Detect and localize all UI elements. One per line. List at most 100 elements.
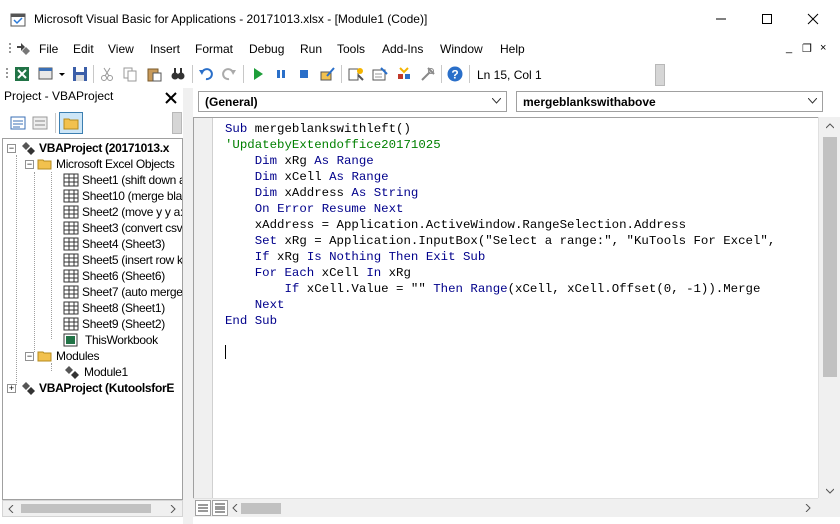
tree-node-sheet[interactable]: Sheet8 (Sheet1) [63, 300, 165, 316]
tree-node-sheet[interactable]: Sheet4 (Sheet3) [63, 236, 165, 252]
scroll-left-icon[interactable] [231, 504, 239, 512]
menu-format[interactable]: Format [195, 42, 233, 56]
code-line[interactable]: Next [225, 297, 775, 313]
code-line[interactable]: If xCell.Value = "" Then Range(xCell, xC… [225, 281, 775, 297]
toolbar-options-button[interactable] [655, 64, 665, 86]
object-browser-icon[interactable] [396, 66, 412, 82]
help-icon[interactable]: ? [447, 66, 463, 82]
code-editor[interactable]: Sub mergeblankswithleft() 'UpdatebyExtend… [193, 117, 818, 498]
scroll-thumb[interactable] [241, 503, 281, 514]
mdi-close-button[interactable]: × [820, 42, 826, 54]
menu-insert[interactable]: Insert [150, 42, 180, 56]
scroll-right-icon[interactable] [804, 504, 812, 512]
code-line[interactable]: Dim xCell As Range [225, 169, 775, 185]
insert-userform-icon[interactable] [38, 66, 54, 82]
menu-add-ins[interactable]: Add-Ins [382, 42, 423, 56]
find-icon[interactable] [170, 66, 186, 82]
mdi-minimize-button[interactable]: _ [786, 42, 792, 54]
code-line[interactable]: Dim xRg As Range [225, 153, 775, 169]
menu-debug[interactable]: Debug [249, 42, 284, 56]
code-line[interactable]: Set xRg = Application.InputBox("Select a… [225, 233, 776, 249]
scroll-down-icon[interactable] [826, 487, 834, 495]
mdi-restore-button[interactable]: ❐ [802, 42, 812, 55]
cut-icon[interactable] [99, 66, 115, 82]
tree-node-excel-objects[interactable]: − Microsoft Excel Objects [25, 156, 175, 172]
reset-icon[interactable] [296, 66, 312, 82]
project-explorer-close-button[interactable] [161, 89, 181, 107]
scroll-right-icon[interactable] [169, 505, 177, 513]
copy-icon[interactable] [122, 66, 138, 82]
menu-help[interactable]: Help [500, 42, 525, 56]
code-line[interactable]: xAddress = Application.ActiveWindow.Rang… [225, 217, 775, 233]
excel-view-icon[interactable] [14, 66, 30, 82]
scroll-up-icon[interactable] [826, 122, 834, 130]
maximize-button[interactable] [744, 4, 790, 34]
code-line[interactable]: On Error Resume Next [225, 201, 775, 217]
project-explorer-icon[interactable] [348, 66, 364, 82]
tree-node-thisworkbook[interactable]: ThisWorkbook [63, 332, 158, 348]
tree-node-sheet[interactable]: Sheet9 (Sheet2) [63, 316, 165, 332]
vba-module-icon[interactable] [16, 42, 31, 56]
code-line[interactable]: For Each xCell In xRg [225, 265, 775, 281]
code-horizontal-scrollbar[interactable] [193, 498, 818, 517]
grip-icon[interactable] [5, 66, 11, 82]
paste-icon[interactable] [146, 66, 162, 82]
toggle-folders-button[interactable] [59, 112, 83, 134]
full-module-view-button[interactable] [212, 500, 228, 516]
code-line[interactable]: Dim xAddress As String [225, 185, 775, 201]
grip-icon[interactable] [8, 41, 14, 57]
collapse-toggle[interactable]: − [25, 351, 34, 361]
folder-icon [63, 118, 79, 130]
properties-window-icon[interactable] [372, 66, 388, 82]
pane-splitter[interactable] [183, 88, 193, 524]
tree-node-sheet[interactable]: Sheet2 (move y y a: [63, 204, 182, 220]
scroll-thumb[interactable] [21, 504, 151, 513]
toolbox-icon[interactable] [420, 66, 436, 82]
menu-window[interactable]: Window [440, 42, 483, 56]
minimize-button[interactable] [698, 4, 744, 34]
tree-node-module1[interactable]: Module1 [63, 364, 128, 380]
tree-node-sheet[interactable]: Sheet5 (insert row k [63, 252, 182, 268]
margin-indicator-bar[interactable] [194, 118, 213, 498]
tree-node-modules[interactable]: − Modules [25, 348, 100, 364]
menu-view[interactable]: View [108, 42, 134, 56]
view-code-icon[interactable] [10, 115, 26, 131]
scroll-left-icon[interactable] [7, 505, 15, 513]
project-horizontal-scrollbar[interactable] [2, 500, 183, 517]
menu-tools[interactable]: Tools [337, 42, 365, 56]
view-object-icon[interactable] [32, 115, 48, 131]
dropdown-arrow-icon[interactable] [58, 66, 66, 82]
toolbar-options-button[interactable] [172, 112, 182, 134]
expand-toggle[interactable]: + [7, 383, 16, 393]
procedure-combo[interactable]: mergeblankswithabove [516, 91, 823, 112]
code-line[interactable]: 'UpdatebyExtendoffice20171025 [225, 137, 775, 153]
redo-icon[interactable] [221, 66, 237, 82]
code-line[interactable]: Sub mergeblankswithleft() [225, 121, 775, 137]
menu-edit[interactable]: Edit [73, 42, 94, 56]
tree-node-sheet[interactable]: Sheet7 (auto merge [63, 284, 182, 300]
tree-node-sheet[interactable]: Sheet6 (Sheet6) [63, 268, 165, 284]
menu-run[interactable]: Run [300, 42, 322, 56]
procedure-view-button[interactable] [195, 500, 211, 516]
tree-node-vbaproject[interactable]: − VBAProject (20171013.x [7, 140, 169, 156]
collapse-toggle[interactable]: − [7, 143, 16, 153]
menu-file[interactable]: File [39, 42, 58, 56]
tree-node-sheet[interactable]: Sheet1 (shift down a [63, 172, 182, 188]
object-combo[interactable]: (General) [198, 91, 507, 112]
code-lines[interactable]: Sub mergeblankswithleft() 'UpdatebyExtend… [225, 121, 775, 329]
scrollbar-corner [818, 498, 840, 517]
code-line[interactable]: If xRg Is Nothing Then Exit Sub [225, 249, 775, 265]
tree-node-sheet[interactable]: Sheet3 (convert csv [63, 220, 182, 236]
close-button[interactable] [790, 4, 836, 34]
undo-icon[interactable] [198, 66, 214, 82]
design-mode-icon[interactable] [319, 66, 335, 82]
run-icon[interactable] [250, 66, 266, 82]
scroll-thumb[interactable] [823, 137, 837, 377]
save-icon[interactable] [72, 66, 88, 82]
code-line[interactable]: End Sub [225, 313, 775, 329]
code-vertical-scrollbar[interactable] [818, 117, 840, 498]
collapse-toggle[interactable]: − [25, 159, 34, 169]
tree-node-vbaproject-kutools[interactable]: + VBAProject (KutoolsforE [7, 380, 174, 396]
tree-node-sheet[interactable]: Sheet10 (merge blan [63, 188, 182, 204]
break-icon[interactable] [273, 66, 289, 82]
